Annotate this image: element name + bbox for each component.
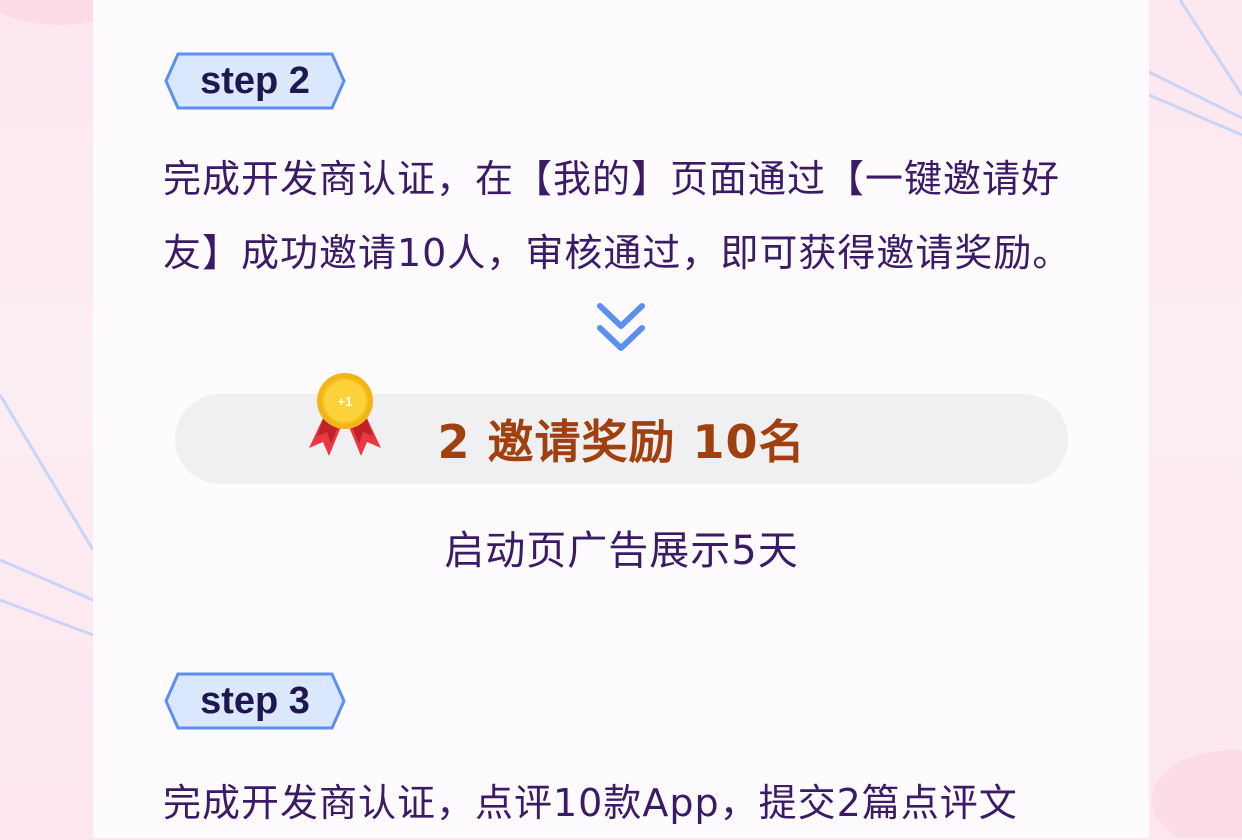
reward-description: 启动页广告展示5天	[444, 528, 799, 574]
step-3-tag: step 3	[164, 672, 346, 730]
step-2-tag: step 2	[164, 52, 346, 110]
step-3-label: step 3	[200, 679, 310, 722]
step-2-description: 完成开发商认证，在【我的】页面通过【一键邀请好友】成功邀请10人，审核通过，即可…	[163, 157, 1072, 275]
step-2-label: step 2	[200, 59, 310, 102]
double-chevron-down-icon	[597, 303, 645, 351]
medal-icon: +1	[309, 373, 381, 456]
step-3-description: 完成开发商认证，点评10款App，提交2篇点评文	[163, 781, 1018, 825]
medal-badge-text: +1	[338, 394, 353, 409]
